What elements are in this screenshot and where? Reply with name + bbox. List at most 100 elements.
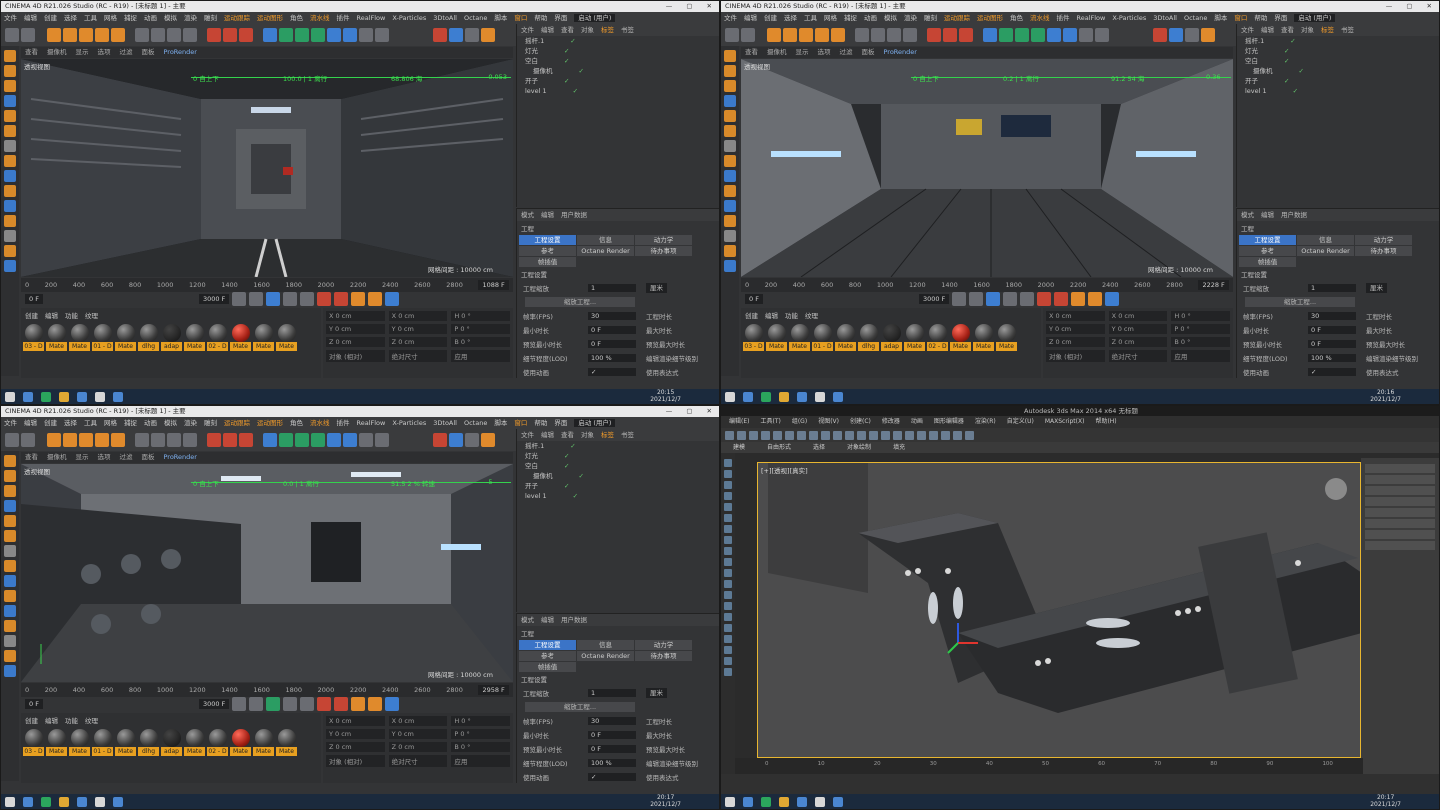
object-item[interactable]: 摇杆.1 ✓: [517, 36, 719, 46]
attr-subtab[interactable]: 工程设置: [1239, 235, 1296, 245]
timeline-ruler[interactable]: 0 200 400 600 800 1000 1200 1400 1600 1800 2000 220…: [21, 278, 513, 292]
last-frame-icon[interactable]: [300, 697, 315, 711]
mode-icon[interactable]: [4, 590, 16, 602]
material-swatch[interactable]: dlhg: [138, 729, 159, 756]
tool-icon[interactable]: [724, 525, 732, 533]
subdivide-icon[interactable]: [295, 433, 309, 447]
menu-item[interactable]: 动画: [144, 14, 157, 22]
move-icon[interactable]: [783, 28, 797, 42]
preview-min-field[interactable]: 0 F: [1308, 340, 1356, 348]
unlink-icon[interactable]: [761, 430, 770, 440]
material-swatch[interactable]: 01 - D: [92, 729, 113, 756]
coord-field[interactable]: Z 0 cm: [326, 742, 385, 752]
redo-icon[interactable]: [21, 433, 35, 447]
tool-icon[interactable]: [724, 624, 732, 632]
mode-icon[interactable]: [724, 95, 736, 107]
select-region-icon[interactable]: [785, 430, 794, 440]
menu-item[interactable]: 运动图形: [257, 419, 283, 427]
pen-icon[interactable]: [279, 28, 293, 42]
object-item[interactable]: 摇杆.1 ✓: [1237, 36, 1439, 46]
cloner-icon[interactable]: [1031, 28, 1045, 42]
coord-mode-select[interactable]: 对象 (相对): [326, 755, 385, 767]
menu-item[interactable]: 帮助: [534, 419, 547, 427]
link-icon[interactable]: [749, 430, 758, 440]
mode-icon[interactable]: [4, 485, 16, 497]
rotate-icon[interactable]: [95, 433, 109, 447]
mode-icon[interactable]: [4, 665, 16, 677]
scale-icon[interactable]: [79, 28, 93, 42]
material-tab[interactable]: 功能: [65, 312, 78, 320]
deformer-icon[interactable]: [1047, 28, 1061, 42]
material-swatch[interactable]: Mate: [276, 729, 297, 756]
tool-icon[interactable]: [724, 514, 732, 522]
coord-field[interactable]: Z 0 cm: [388, 337, 448, 347]
menu-item[interactable]: X-Particles: [392, 14, 426, 22]
menu-item[interactable]: 文件: [724, 14, 737, 22]
menu-item[interactable]: 视图(V): [818, 418, 839, 425]
panel-row[interactable]: [1365, 497, 1435, 506]
menu-item[interactable]: 插件: [337, 14, 350, 22]
mode-icon[interactable]: [724, 140, 736, 152]
attr-subtab[interactable]: 参考: [519, 246, 576, 256]
coord-field[interactable]: P 0 °: [451, 324, 511, 334]
mode-icon[interactable]: [4, 545, 16, 557]
viewport-menu-item[interactable]: 选项: [818, 48, 831, 56]
om-tab[interactable]: 对象: [581, 26, 594, 34]
schematic-icon[interactable]: [917, 430, 926, 440]
redo-icon[interactable]: [21, 28, 35, 42]
viewport-menu-item[interactable]: 过滤: [120, 453, 133, 461]
render-icon[interactable]: [965, 430, 974, 440]
attr-subtab[interactable]: 帧插值: [519, 257, 576, 267]
material-swatch[interactable]: 03 - D: [23, 324, 44, 351]
lod-field[interactable]: 100 %: [588, 354, 636, 362]
coord-field[interactable]: X 0 cm: [326, 311, 385, 321]
timeline-ruler[interactable]: 0 200 400 600 800 1000 1200 1400 1600 1800 2000 220…: [21, 683, 513, 697]
object-item[interactable]: 空白 ✓: [517, 461, 719, 471]
menu-item[interactable]: 工具: [804, 14, 817, 22]
render-setup-icon[interactable]: [941, 430, 950, 440]
plugin-icon[interactable]: [1185, 28, 1199, 42]
material-swatch[interactable]: Mate: [904, 324, 925, 351]
rotate-icon[interactable]: [95, 28, 109, 42]
deformer-icon[interactable]: [327, 28, 341, 42]
material-tab[interactable]: 创建: [25, 312, 38, 320]
menu-item[interactable]: 运动跟踪: [944, 14, 970, 22]
prorender-menu[interactable]: ProRender: [164, 48, 197, 56]
menu-item[interactable]: 角色: [290, 14, 303, 22]
axis-x-icon[interactable]: [135, 28, 149, 42]
attr-subtab[interactable]: 动力学: [1355, 235, 1412, 245]
menu-item[interactable]: 运动图形: [977, 14, 1003, 22]
key-icon[interactable]: [368, 292, 383, 306]
last-frame-icon[interactable]: [1020, 292, 1035, 306]
tool-icon[interactable]: [724, 481, 732, 489]
mode-icon[interactable]: [724, 230, 736, 242]
material-swatch[interactable]: 03 - D: [23, 729, 44, 756]
coord-field[interactable]: P 0 °: [451, 729, 511, 739]
current-frame[interactable]: 1088 F: [478, 280, 509, 290]
light-icon[interactable]: [375, 433, 389, 447]
cube-icon[interactable]: [263, 433, 277, 447]
fps-field[interactable]: 30: [588, 717, 636, 725]
ribbon-tab[interactable]: 自由形式: [767, 444, 791, 451]
coord-field[interactable]: Y 0 cm: [388, 729, 448, 739]
material-swatch[interactable]: Mate: [230, 324, 251, 351]
add-icon[interactable]: [111, 28, 125, 42]
menu-item[interactable]: 捕捉: [124, 419, 137, 427]
object-item[interactable]: 空白 ✓: [517, 56, 719, 66]
object-item[interactable]: level 1 ✓: [1237, 86, 1439, 96]
redo-icon[interactable]: [741, 28, 755, 42]
material-editor-icon[interactable]: [929, 430, 938, 440]
menu-item[interactable]: 动画: [144, 419, 157, 427]
start-icon[interactable]: [5, 391, 15, 402]
viewport-menu-item[interactable]: 选项: [98, 453, 111, 461]
pen-icon[interactable]: [999, 28, 1013, 42]
coord-field[interactable]: Y 0 cm: [326, 729, 385, 739]
undo-icon[interactable]: [5, 28, 19, 42]
menu-item[interactable]: 工具: [84, 419, 97, 427]
interface-select[interactable]: 启动 (用户): [1294, 14, 1336, 22]
om-tab[interactable]: 对象: [1301, 26, 1314, 34]
select-icon[interactable]: [767, 28, 781, 42]
menu-item[interactable]: 雕刻: [204, 419, 217, 427]
attr-subtab[interactable]: 工程设置: [519, 235, 576, 245]
material-swatch[interactable]: Mate: [69, 729, 90, 756]
